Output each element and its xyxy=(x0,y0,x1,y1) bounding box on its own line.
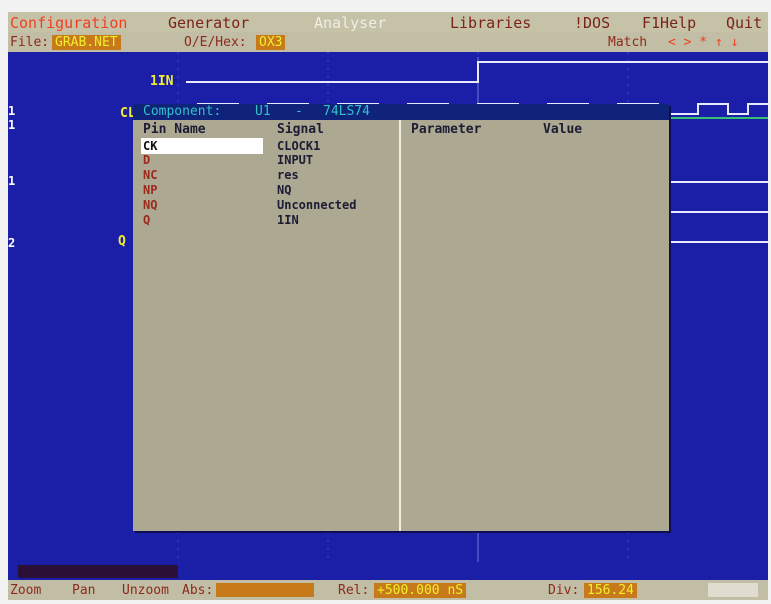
match-label: Match xyxy=(608,35,648,50)
pan-button[interactable]: Pan xyxy=(72,583,95,598)
status-indicator xyxy=(708,583,758,597)
row-number: 1 xyxy=(8,118,16,132)
match-arrows[interactable]: < > * ↑ ↓ xyxy=(668,35,738,50)
component-id: U1 xyxy=(255,104,271,119)
signal-label-q[interactable]: Q xyxy=(118,234,126,249)
pin-name[interactable]: NQ xyxy=(143,197,157,213)
pin-name[interactable]: NP xyxy=(143,182,157,198)
menu-bar: Configuration Generator Analyser Librari… xyxy=(8,12,768,32)
dialog-title-bar[interactable]: Component: U1 - 74LS74 xyxy=(133,104,669,120)
rel-time-value: +500.000 nS xyxy=(374,583,467,598)
row-number: 2 xyxy=(8,236,16,250)
file-name-field[interactable]: GRAB.NET xyxy=(52,35,121,50)
file-label: File: xyxy=(10,35,50,50)
div-value: 156.24 xyxy=(584,583,637,598)
component-part-number: 74LS74 xyxy=(323,104,370,119)
pin-name[interactable]: Q xyxy=(143,212,150,228)
column-header-parameter: Parameter xyxy=(411,122,482,137)
menu-quit[interactable]: Quit xyxy=(726,14,762,32)
dialog-title-label: Component: xyxy=(143,104,222,119)
pin-signal[interactable]: 1IN xyxy=(277,212,299,228)
row-number: 1 xyxy=(8,104,16,118)
menu-libraries[interactable]: Libraries xyxy=(450,14,531,32)
status-bar: Zoom Pan Unzoom Abs: Rel: +500.000 nS Di… xyxy=(8,580,768,600)
hex-label: O/E/Hex: xyxy=(184,35,247,50)
abs-label: Abs: xyxy=(182,583,214,598)
pin-name[interactable]: D xyxy=(143,152,150,168)
app-screen: Configuration Generator Analyser Librari… xyxy=(8,12,768,600)
column-header-pin-name: Pin Name xyxy=(143,122,206,137)
pin-signal[interactable]: INPUT xyxy=(277,152,313,168)
zoom-button[interactable]: Zoom xyxy=(10,583,41,598)
pin-signal[interactable]: Unconnected xyxy=(277,197,356,213)
pin-name[interactable]: NC xyxy=(143,167,157,183)
pin-signal[interactable]: NQ xyxy=(277,182,291,198)
abs-time-value xyxy=(216,583,314,597)
menu-dos[interactable]: !DOS xyxy=(574,14,610,32)
pin-row-selected[interactable]: CK xyxy=(141,138,263,154)
menu-generator[interactable]: Generator xyxy=(168,14,249,32)
signal-label-1in[interactable]: 1IN xyxy=(150,74,173,89)
unzoom-button[interactable]: Unzoom xyxy=(122,583,169,598)
command-input[interactable] xyxy=(18,565,178,578)
menu-help[interactable]: F1Help xyxy=(642,14,696,32)
menu-configuration[interactable]: Configuration xyxy=(10,14,127,32)
column-divider xyxy=(399,120,401,531)
hex-mode-field[interactable]: OX3 xyxy=(256,35,286,50)
pin-signal[interactable]: res xyxy=(277,167,299,183)
file-bar: File: GRAB.NET O/E/Hex: OX3 Match < > * … xyxy=(8,32,768,52)
div-label: Div: xyxy=(548,583,580,598)
command-line xyxy=(8,564,768,580)
rel-label: Rel: xyxy=(338,583,370,598)
component-dialog: Component: U1 - 74LS74 Pin Name Signal P… xyxy=(133,104,669,531)
column-header-value: Value xyxy=(543,122,583,137)
row-number: 1 xyxy=(8,174,16,188)
title-separator: - xyxy=(295,104,303,119)
signal-1in-trace xyxy=(186,61,768,83)
column-header-signal: Signal xyxy=(277,122,324,137)
menu-analyser[interactable]: Analyser xyxy=(314,14,386,32)
